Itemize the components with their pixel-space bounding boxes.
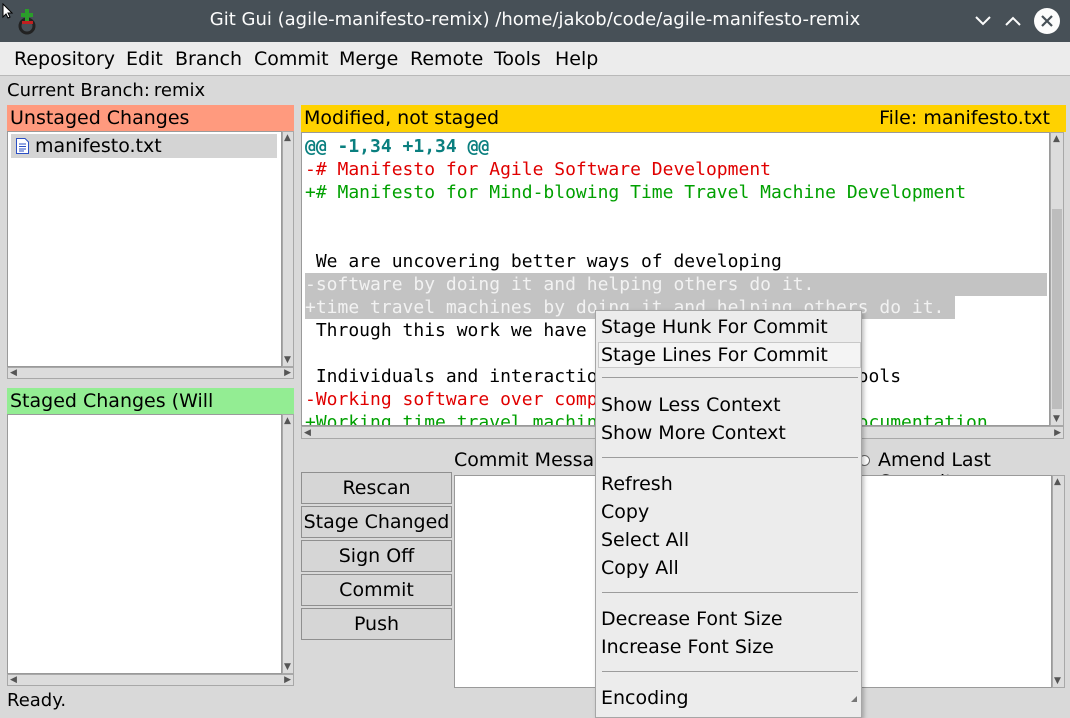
- menu-separator: [602, 592, 858, 593]
- menu-separator: [602, 671, 858, 672]
- diff-line-selected[interactable]: -software by doing it and helping others…: [305, 273, 1047, 296]
- diff-vertical-scrollbar[interactable]: ▲ ▼: [1050, 132, 1064, 426]
- window-title: Git Gui (agile-manifesto-remix) /home/ja…: [209, 9, 861, 30]
- maximize-button[interactable]: [1000, 8, 1026, 34]
- unstaged-file-name: manifesto.txt: [35, 135, 162, 157]
- scroll-down-arrow-icon[interactable]: ▼: [284, 355, 291, 365]
- menu-item-increase-font-size[interactable]: Increase Font Size: [601, 634, 774, 660]
- sign-off-button[interactable]: Sign Off: [301, 540, 452, 572]
- menu-remote[interactable]: Remote: [410, 48, 483, 70]
- menu-item-copy-all[interactable]: Copy All: [601, 555, 679, 581]
- diff-line[interactable]: +# Manifesto for Mind-blowing Time Trave…: [305, 181, 1047, 204]
- staged-horizontal-scrollbar[interactable]: ◀ ▶: [7, 674, 294, 686]
- unstaged-changes-header: Unstaged Changes: [7, 105, 294, 131]
- scroll-up-arrow-icon[interactable]: ▲: [1053, 134, 1060, 144]
- close-button[interactable]: [1034, 8, 1060, 34]
- rescan-button[interactable]: Rescan: [301, 472, 452, 504]
- scroll-right-arrow-icon[interactable]: ▶: [284, 675, 291, 685]
- diff-line[interactable]: We are uncovering better ways of develop…: [305, 250, 1047, 273]
- commit-button[interactable]: Commit: [301, 574, 452, 606]
- scroll-left-arrow-icon[interactable]: ◀: [10, 368, 17, 378]
- staged-changes-header: Staged Changes (Will Commit): [7, 388, 294, 438]
- commit-vertical-scrollbar[interactable]: ▲ ▼: [1052, 475, 1065, 688]
- diff-line[interactable]: -# Manifesto for Agile Software Developm…: [305, 158, 1047, 181]
- scroll-up-arrow-icon[interactable]: ▲: [1054, 477, 1061, 487]
- minimize-button[interactable]: [970, 8, 996, 34]
- menu-separator: [602, 457, 858, 458]
- menu-help[interactable]: Help: [555, 48, 598, 70]
- menu-item-show-less-context[interactable]: Show Less Context: [601, 392, 781, 418]
- diff-file-label: File: manifesto.txt: [879, 107, 1050, 129]
- menu-repository[interactable]: Repository: [14, 48, 115, 70]
- unstaged-file-list[interactable]: manifesto.txt: [7, 131, 282, 367]
- current-branch: Current Branch: remix: [7, 80, 209, 101]
- scroll-left-arrow-icon[interactable]: ◀: [10, 675, 17, 685]
- menu-bar: Repository Edit Branch Commit Merge Remo…: [0, 42, 1070, 76]
- unstaged-vertical-scrollbar[interactable]: ▲ ▼: [282, 131, 294, 367]
- diff-line[interactable]: [305, 204, 1047, 227]
- context-menu: Stage Hunk For Commit Stage Lines For Co…: [595, 310, 862, 718]
- stage-changed-button[interactable]: Stage Changed: [301, 506, 452, 538]
- staged-file-list[interactable]: [7, 414, 282, 674]
- scroll-down-arrow-icon[interactable]: ▼: [284, 662, 291, 672]
- menu-branch[interactable]: Branch: [175, 48, 242, 70]
- status-bar: Ready.: [7, 690, 67, 711]
- scroll-up-arrow-icon[interactable]: ▲: [284, 416, 291, 426]
- scroll-up-arrow-icon[interactable]: ▲: [284, 133, 291, 143]
- diff-status: Modified, not staged: [304, 107, 500, 129]
- menu-merge[interactable]: Merge: [339, 48, 398, 70]
- menu-separator: [602, 377, 858, 378]
- title-bar: Git Gui (agile-manifesto-remix) /home/ja…: [0, 0, 1070, 42]
- diff-line[interactable]: @@ -1,34 +1,34 @@: [305, 135, 1047, 158]
- scroll-right-arrow-icon[interactable]: ▶: [1054, 428, 1061, 438]
- push-button[interactable]: Push: [301, 608, 452, 640]
- scroll-left-arrow-icon[interactable]: ◀: [304, 428, 311, 438]
- diff-scroll-thumb[interactable]: [1052, 209, 1062, 409]
- text-file-icon: [16, 138, 29, 154]
- current-branch-label: Current Branch:: [7, 80, 150, 101]
- scroll-down-arrow-icon[interactable]: ▼: [1053, 414, 1060, 424]
- scroll-down-arrow-icon[interactable]: ▼: [1054, 676, 1061, 686]
- current-branch-name: remix: [153, 80, 206, 101]
- menu-item-encoding[interactable]: Encoding: [601, 685, 689, 711]
- close-icon: [1041, 15, 1053, 27]
- menu-item-stage-lines[interactable]: Stage Lines For Commit: [601, 342, 828, 368]
- menu-commit[interactable]: Commit: [254, 48, 329, 70]
- chevron-up-icon: [1005, 16, 1021, 26]
- menu-edit[interactable]: Edit: [126, 48, 163, 70]
- menu-item-copy[interactable]: Copy: [601, 499, 649, 525]
- unstaged-file-item[interactable]: manifesto.txt: [11, 134, 277, 158]
- menu-item-stage-hunk[interactable]: Stage Hunk For Commit: [601, 314, 828, 340]
- diff-line[interactable]: [305, 227, 1047, 250]
- menu-item-decrease-font-size[interactable]: Decrease Font Size: [601, 606, 783, 632]
- chevron-down-icon: [975, 16, 991, 26]
- scroll-right-arrow-icon[interactable]: ▶: [284, 368, 291, 378]
- menu-item-refresh[interactable]: Refresh: [601, 471, 673, 497]
- unstaged-horizontal-scrollbar[interactable]: ◀ ▶: [7, 367, 294, 379]
- menu-item-select-all[interactable]: Select All: [601, 527, 689, 553]
- submenu-arrow-icon: [851, 696, 857, 702]
- diff-header: Modified, not staged File: manifesto.txt: [301, 105, 1066, 132]
- menu-tools[interactable]: Tools: [494, 48, 541, 70]
- staged-vertical-scrollbar[interactable]: ▲ ▼: [282, 414, 294, 674]
- menu-item-show-more-context[interactable]: Show More Context: [601, 420, 786, 446]
